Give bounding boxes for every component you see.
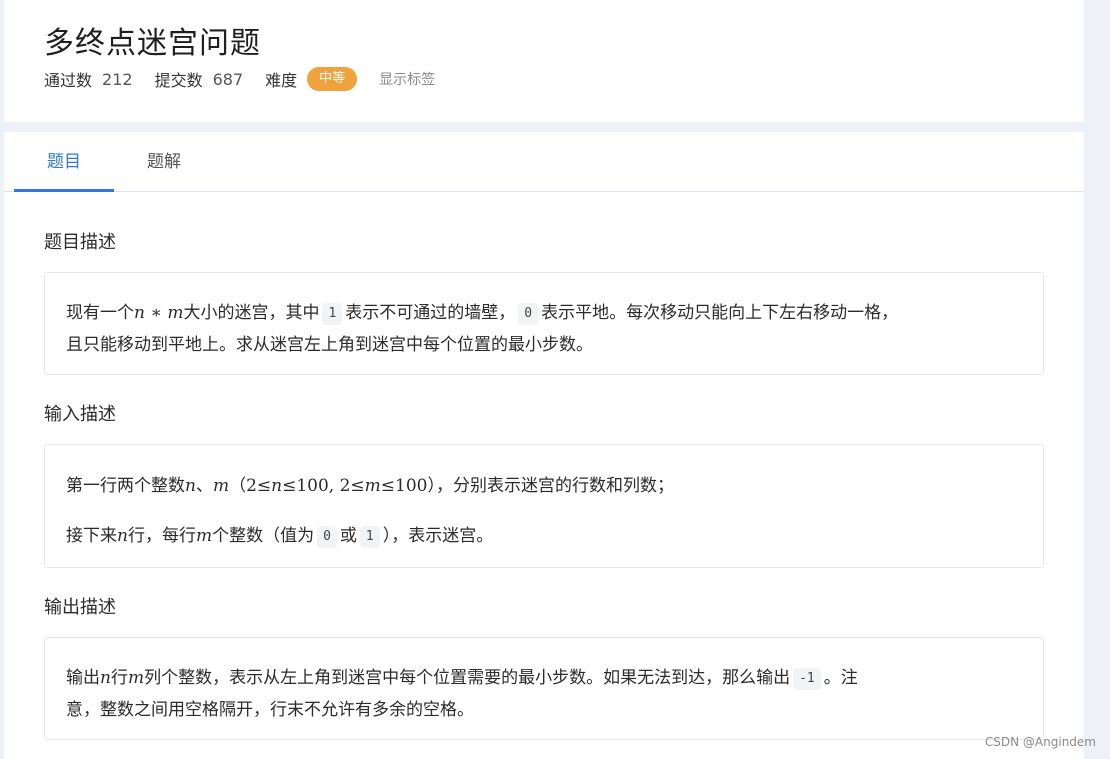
active-tab-indicator: [14, 189, 114, 192]
text: ），表示迷宫。: [382, 526, 494, 546]
text: 表示不可通过的墙壁，: [345, 303, 516, 323]
text: 列个整数，表示从左上角到迷宫中每个位置需要的最小步数。如果无法到达，那么输出: [144, 668, 791, 688]
tab-bar: 题目 题解: [4, 132, 1084, 192]
text: 大小的迷宫，其中: [183, 303, 320, 323]
inline-code: 0: [317, 526, 337, 548]
math-n: n: [100, 668, 111, 688]
math-constraint: 2≤: [246, 476, 272, 496]
pass-count: 212: [102, 69, 133, 89]
submit-label: 提交数: [154, 71, 203, 90]
text: 表示平地。每次移动只能向上下左右移动一格，: [541, 303, 899, 323]
inline-code: 0: [518, 303, 539, 325]
difficulty-label: 难度: [265, 71, 298, 90]
text: ）: [427, 476, 436, 496]
text: 行: [110, 668, 128, 688]
output-line-1: 输出n行m列个整数，表示从左上角到迷宫中每个位置需要的最小步数。如果无法到达，那…: [66, 663, 858, 690]
input-line-1: 第一行两个整数n、m（2≤n≤100, 2≤m≤100），分别表示迷宫的行数和列…: [66, 471, 674, 496]
math-constraint: ≤100: [380, 476, 428, 496]
math-m: m: [212, 476, 230, 496]
text: ，分别表示迷宫的行数和列数；: [435, 476, 674, 496]
math-n: n: [185, 476, 196, 496]
output-title: 输出描述: [44, 597, 116, 618]
math-m: m: [364, 476, 381, 496]
inline-code: 1: [322, 303, 343, 325]
text: 输出: [66, 668, 100, 688]
text: 行，每行: [127, 526, 196, 546]
description-line-1: 现有一个n ∗ m大小的迷宫，其中 1 表示不可通过的墙壁， 0 表示平地。每次移动只能…: [66, 298, 898, 325]
text: 或: [339, 526, 357, 546]
input-title: 输入描述: [44, 404, 116, 425]
difficulty-badge: 中等: [307, 67, 358, 91]
inline-code: -1: [793, 668, 821, 690]
show-tags-link[interactable]: 显示标签: [379, 69, 435, 89]
text: 个整数（值为: [212, 526, 315, 546]
input-line-2: 接下来n行，每行m个整数（值为 0 或 1 ），表示迷宫。: [66, 521, 493, 548]
text: 、: [195, 476, 213, 496]
problem-title: 多终点迷宫问题: [44, 26, 261, 61]
input-box: 第一行两个整数n、m（2≤n≤100, 2≤m≤100），分别表示迷宫的行数和列…: [44, 444, 1044, 568]
math-n: n: [134, 303, 145, 323]
text: 现有一个: [66, 303, 134, 323]
output-box: 输出n行m列个整数，表示从左上角到迷宫中每个位置需要的最小步数。如果无法到达，那…: [44, 637, 1044, 740]
math-m: m: [127, 668, 145, 688]
pass-label: 通过数: [44, 71, 93, 90]
math-constraint: ≤100, 2≤: [282, 476, 365, 496]
csdn-watermark: CSDN @Angindem: [984, 735, 1096, 749]
tab-problem[interactable]: 题目: [14, 132, 114, 192]
description-box: 现有一个n ∗ m大小的迷宫，其中 1 表示不可通过的墙壁， 0 表示平地。每次移动只能…: [44, 272, 1044, 375]
problem-meta: 通过数 212 提交数 687 难度 中等 显示标签: [44, 66, 435, 92]
output-line-2: 意，整数之间用空格隔开，行末不允许有多余的空格。: [66, 700, 474, 720]
tab-solutions[interactable]: 题解: [114, 132, 214, 192]
inline-code: 1: [359, 526, 380, 548]
math-star: ∗: [144, 303, 168, 323]
problem-content: 题目 题解 题目描述 现有一个n ∗ m大小的迷宫，其中 1 表示不可通过的墙壁， 0…: [4, 132, 1084, 759]
math-n: n: [117, 526, 128, 546]
problem-header: 多终点迷宫问题 通过数 212 提交数 687 难度 中等 显示标签: [4, 0, 1084, 122]
math-m: m: [167, 303, 184, 323]
submit-count: 687: [212, 69, 244, 89]
math-n: n: [271, 476, 283, 496]
math-m: m: [195, 526, 213, 546]
text: （: [229, 476, 247, 496]
description-title: 题目描述: [44, 232, 116, 253]
text: 。注: [823, 668, 858, 688]
text: 第一行两个整数: [66, 476, 185, 496]
text: 接下来: [66, 526, 117, 546]
description-line-2: 且只能移动到平地上。求从迷宫左上角到迷宫中每个位置的最小步数。: [66, 335, 593, 355]
